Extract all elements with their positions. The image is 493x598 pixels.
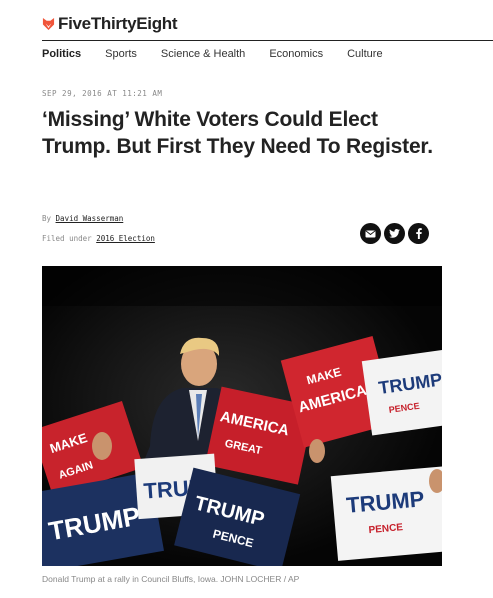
topic-link[interactable]: 2016 Election <box>96 234 155 243</box>
header-divider <box>42 40 493 41</box>
article-dateline: SEP 29, 2016 AT 11:21 AM <box>42 89 163 98</box>
share-twitter-button[interactable] <box>384 223 405 244</box>
nav-item-science-health[interactable]: Science & Health <box>161 48 245 60</box>
sign-right-trump: TRUMP PENCE <box>330 466 442 561</box>
twitter-icon <box>389 229 400 238</box>
fox-logo-icon <box>42 17 55 31</box>
raised-hand <box>92 432 112 460</box>
share-email-button[interactable] <box>360 223 381 244</box>
rally-photo: MAKE AGAIN AMERICA GREAT MAKE AMERICA TR… <box>42 266 442 566</box>
share-buttons <box>360 223 432 244</box>
byline-prefix: By <box>42 214 52 223</box>
email-icon <box>365 229 376 237</box>
raised-hand <box>309 439 325 463</box>
filed-under: Filed under 2016 Election <box>42 234 155 243</box>
facebook-icon <box>415 228 422 239</box>
nav-item-sports[interactable]: Sports <box>105 48 137 60</box>
site-logo[interactable]: FiveThirtyEight <box>42 14 178 34</box>
article-photo: MAKE AGAIN AMERICA GREAT MAKE AMERICA TR… <box>42 266 442 566</box>
photo-caption: Donald Trump at a rally in Council Bluff… <box>42 574 300 584</box>
article-headline: ‘Missing’ White Voters Could Elect Trump… <box>42 108 433 158</box>
nav-item-politics[interactable]: Politics <box>42 48 81 60</box>
byline: By David Wasserman <box>42 214 123 223</box>
sign-top-right-trump: TRUMP PENCE <box>361 348 442 436</box>
share-facebook-button[interactable] <box>408 223 429 244</box>
nav-item-culture[interactable]: Culture <box>347 48 382 60</box>
filed-prefix: Filed under <box>42 234 92 243</box>
site-name: FiveThirtyEight <box>58 14 178 33</box>
nav-item-economics[interactable]: Economics <box>269 48 323 60</box>
section-nav: Politics Sports Science & Health Economi… <box>42 48 407 60</box>
author-link[interactable]: David Wasserman <box>56 214 124 223</box>
